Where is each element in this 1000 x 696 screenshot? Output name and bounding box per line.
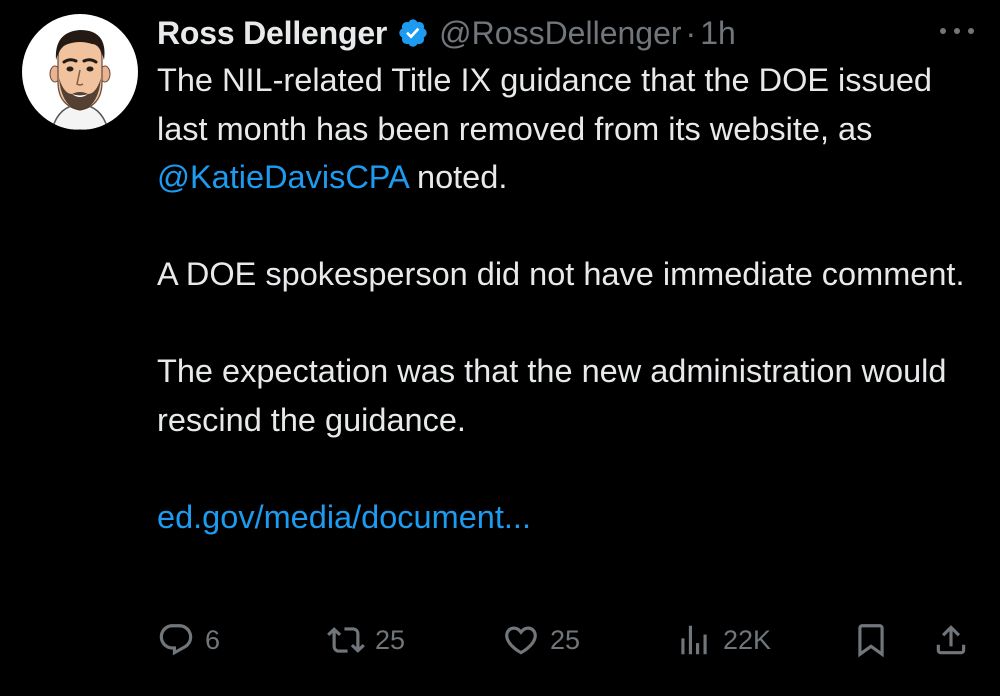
avatar[interactable] — [22, 14, 138, 130]
more-options-icon[interactable] — [940, 20, 974, 42]
share-button[interactable] — [932, 616, 970, 664]
repost-icon — [327, 627, 365, 653]
heart-icon — [505, 626, 537, 655]
reply-icon — [159, 624, 193, 656]
like-count: 25 — [550, 624, 581, 655]
tweet-text-segment: noted. — [407, 159, 508, 195]
action-bar: 6 25 25 22K — [157, 616, 977, 664]
tweet-paragraph-2: A DOE spokesperson did not have immediat… — [157, 256, 965, 292]
author-name[interactable]: Ross Dellenger — [157, 15, 387, 52]
author-handle[interactable]: @RossDellenger — [439, 15, 681, 52]
bookmark-button[interactable] — [852, 616, 890, 664]
tweet-timestamp[interactable]: 1h — [700, 15, 736, 52]
reply-count: 6 — [205, 624, 221, 655]
tweet: Ross Dellenger @RossDellenger · 1h The N… — [0, 0, 1000, 696]
share-icon — [936, 625, 966, 655]
views-icon — [681, 625, 707, 655]
external-link[interactable]: ed.gov/media/document... — [157, 493, 967, 542]
verified-badge-icon[interactable] — [397, 17, 429, 49]
mention-link[interactable]: @KatieDavisCPA — [157, 159, 408, 195]
views-button[interactable]: 22K — [675, 616, 771, 664]
tweet-text-segment: The NIL-related Title IX guidance that t… — [157, 62, 933, 147]
separator-dot: · — [685, 14, 697, 51]
views-count: 22K — [723, 624, 772, 655]
tweet-header: Ross Dellenger @RossDellenger · 1h — [157, 10, 736, 56]
repost-count: 25 — [375, 624, 406, 655]
repost-button[interactable]: 25 — [327, 616, 405, 664]
tweet-text: The NIL-related Title IX guidance that t… — [157, 56, 967, 541]
bookmark-icon — [858, 624, 884, 658]
reply-button[interactable]: 6 — [157, 616, 220, 664]
tweet-paragraph-1: The NIL-related Title IX guidance that t… — [157, 56, 967, 202]
tweet-paragraph-3: The expectation was that the new adminis… — [157, 353, 947, 438]
like-button[interactable]: 25 — [502, 616, 580, 664]
